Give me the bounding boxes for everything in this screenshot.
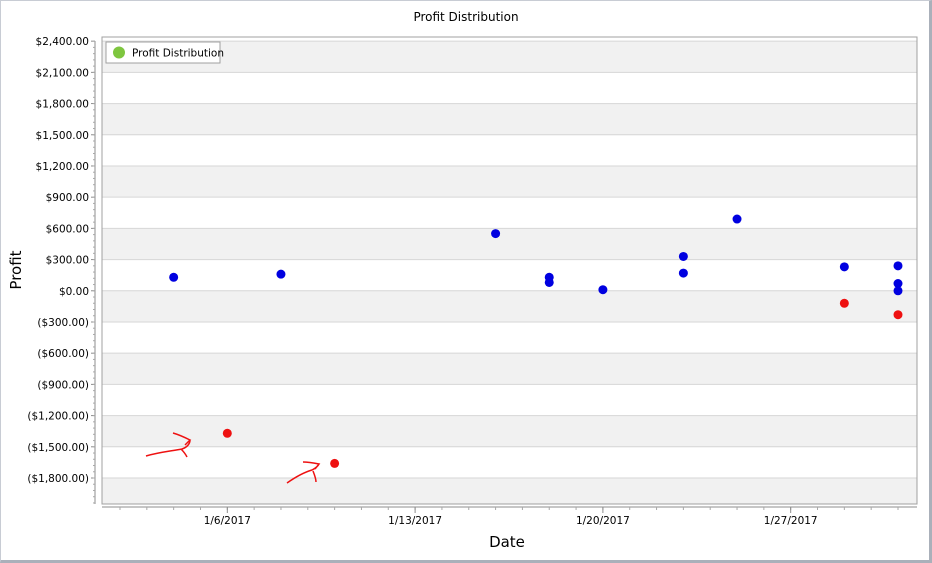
y-tick-label: ($1,200.00): [27, 411, 89, 423]
data-point: [839, 298, 849, 308]
y-axis-title: Profit: [7, 250, 25, 289]
legend-label: Profit Distribution: [132, 48, 224, 60]
y-tick-label: $2,100.00: [36, 67, 89, 79]
data-point: [893, 261, 903, 271]
data-point: [491, 229, 501, 239]
data-point: [893, 286, 903, 296]
plot-band: [102, 477, 917, 504]
plot-band: [102, 134, 917, 166]
y-tick-label: $0.00: [59, 286, 89, 298]
y-tick-label: $1,500.00: [36, 130, 89, 142]
data-point: [678, 268, 688, 278]
y-tick-label: ($1,500.00): [27, 442, 89, 454]
plot-band: [102, 37, 917, 42]
y-tick-label: $600.00: [46, 223, 89, 235]
plot-band: [102, 228, 917, 260]
plot-band: [102, 321, 917, 354]
plot-band: [102, 290, 917, 322]
plot-band: [102, 165, 917, 198]
plot-band: [102, 103, 917, 135]
y-axis: $2,400.00 $2,100.00 $1,800.00 $1,500.00 $1,2…: [27, 36, 96, 504]
y-tick-label: ($900.00): [37, 379, 89, 391]
data-point: [222, 428, 232, 438]
plot-band: [102, 446, 917, 478]
x-tick-label: 1/20/2017: [576, 515, 630, 527]
plot-band: [102, 72, 917, 104]
plot-band: [102, 384, 917, 416]
data-point: [678, 251, 688, 261]
y-tick-label: ($300.00): [37, 317, 89, 329]
legend-marker: [113, 46, 125, 59]
y-tick-label: ($600.00): [37, 348, 89, 360]
plot-band: [102, 41, 917, 73]
y-tick-label: $900.00: [46, 192, 89, 204]
x-tick-label: 1/27/2017: [764, 515, 818, 527]
data-point: [893, 310, 903, 320]
scatter-chart: $2,400.00 $2,100.00 $1,800.00 $1,500.00 $1,2…: [7, 36, 918, 551]
x-axis-title: Date: [489, 533, 525, 551]
data-point: [276, 269, 286, 279]
y-tick-label: $2,400.00: [36, 36, 89, 48]
x-axis: 1/6/2017 1/13/2017 1/20/2017 1/27/2017: [102, 506, 917, 527]
legend: Profit Distribution: [105, 41, 224, 64]
data-point: [169, 272, 179, 282]
data-point: [598, 285, 608, 295]
x-tick-label: 1/13/2017: [388, 515, 442, 527]
plot-band: [102, 353, 917, 385]
y-tick-label: $1,200.00: [36, 161, 89, 173]
data-point: [544, 277, 554, 287]
plot-band: [102, 197, 917, 229]
data-point: [330, 458, 340, 468]
data-point: [839, 262, 849, 272]
y-tick-label: ($1,800.00): [27, 473, 89, 485]
plot-band: [102, 259, 917, 291]
data-point: [732, 214, 742, 224]
y-tick-label: $1,800.00: [36, 99, 89, 111]
y-tick-label: $300.00: [46, 255, 89, 267]
x-tick-label: 1/6/2017: [204, 515, 251, 527]
